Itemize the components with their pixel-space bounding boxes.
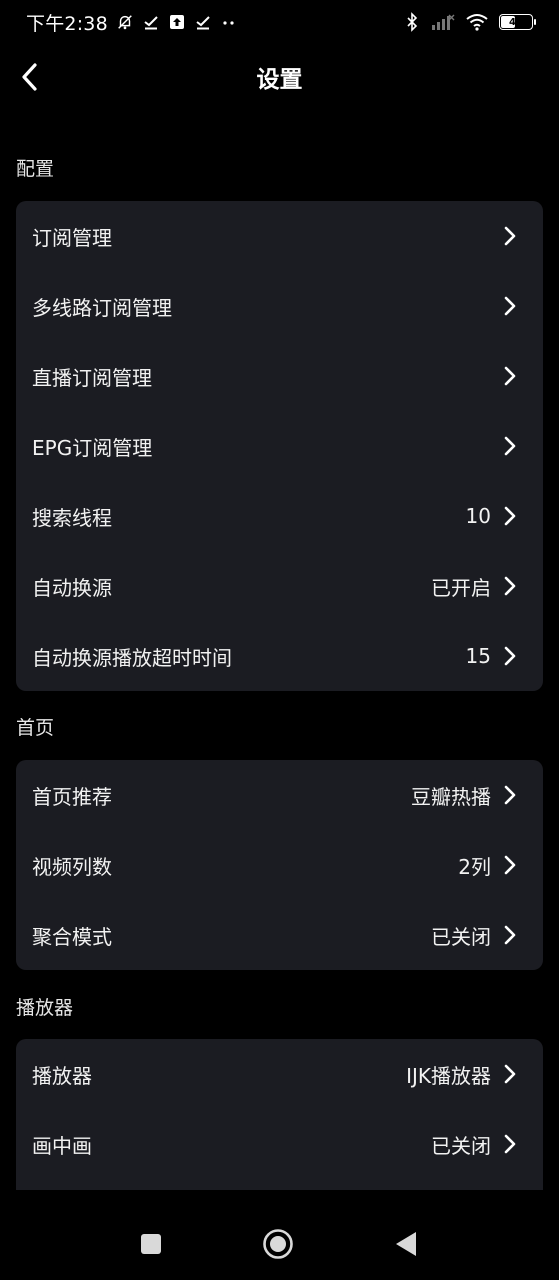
- row-label: 订阅管理: [32, 225, 112, 250]
- row-value: 已关闭: [431, 924, 491, 949]
- chevron-left-icon: [22, 63, 37, 91]
- row-right: [491, 296, 517, 316]
- home-card: 首页推荐 豆瓣热播 视频列数 2列 聚合模式 已关闭: [16, 760, 543, 970]
- row-label: 自动换源播放超时时间: [32, 645, 232, 670]
- status-right: 46: [403, 12, 536, 32]
- back-button[interactable]: [10, 57, 50, 97]
- row-label: 聚合模式: [32, 924, 112, 949]
- row-label: 画中画: [32, 1133, 92, 1158]
- row-right: 10: [466, 504, 517, 528]
- wifi-icon: [465, 13, 489, 31]
- status-bar: 下午2:38 46: [0, 0, 559, 44]
- config-card: 订阅管理 多线路订阅管理 直播订阅管理 EPG订阅管理 搜索线程 10 自动换源…: [16, 201, 543, 691]
- mute-icon: [116, 13, 134, 31]
- status-time: 下午2:38: [26, 12, 108, 35]
- cellular-signal-icon: [431, 13, 455, 31]
- settings-row-picture-in-picture[interactable]: 画中画 已关闭: [16, 1109, 543, 1179]
- settings-row-home-recommend[interactable]: 首页推荐 豆瓣热播: [16, 760, 543, 830]
- row-label: 直播订阅管理: [32, 365, 152, 390]
- row-value: 10: [465, 504, 491, 528]
- settings-row-multiline-subscription[interactable]: 多线路订阅管理: [16, 271, 543, 341]
- status-left: 下午2:38: [26, 9, 238, 36]
- row-right: 已关闭: [431, 1130, 517, 1159]
- row-label: 搜索线程: [32, 505, 112, 530]
- chevron-right-icon: [503, 436, 517, 456]
- settings-row-live-subscription[interactable]: 直播订阅管理: [16, 341, 543, 411]
- row-value: IJK播放器: [406, 1063, 491, 1088]
- row-value: 已开启: [431, 575, 491, 600]
- row-label: 多线路订阅管理: [32, 295, 172, 320]
- row-right: [491, 366, 517, 386]
- back-triangle-icon: [396, 1232, 416, 1256]
- row-label: 视频列数: [32, 854, 112, 879]
- row-label: EPG订阅管理: [32, 435, 153, 460]
- section-label-player: 播放器: [16, 997, 74, 1019]
- player-card: 播放器 IJK播放器 画中画 已关闭: [16, 1039, 543, 1190]
- bluetooth-icon: [403, 12, 421, 32]
- settings-row-player[interactable]: 播放器 IJK播放器: [16, 1039, 543, 1109]
- home-button[interactable]: [262, 1228, 294, 1260]
- row-right: 已关闭: [431, 921, 517, 950]
- row-label: 自动换源: [32, 575, 112, 600]
- check-icon: [142, 13, 160, 31]
- battery-icon: 46: [499, 14, 536, 30]
- page-title: 设置: [256, 67, 303, 93]
- more-dots-icon: [220, 13, 238, 31]
- battery-level: 46: [509, 16, 523, 28]
- chevron-right-icon: [503, 366, 517, 386]
- chevron-right-icon: [503, 506, 517, 526]
- chevron-right-icon: [503, 925, 517, 945]
- row-label: 首页推荐: [32, 784, 112, 809]
- settings-row-auto-switch-source[interactable]: 自动换源 已开启: [16, 551, 543, 621]
- section-label-home: 首页: [16, 717, 55, 739]
- row-label: 播放器: [32, 1063, 92, 1088]
- chevron-right-icon: [503, 296, 517, 316]
- row-right: 15: [466, 644, 517, 668]
- chevron-right-icon: [503, 646, 517, 666]
- home-circle-icon: [263, 1229, 293, 1259]
- chevron-right-icon: [503, 855, 517, 875]
- section-label-config: 配置: [16, 158, 55, 180]
- row-right: [491, 226, 517, 246]
- settings-row-subscription[interactable]: 订阅管理: [16, 201, 543, 271]
- chevron-right-icon: [503, 785, 517, 805]
- settings-row-aggregate-mode[interactable]: 聚合模式 已关闭: [16, 900, 543, 970]
- row-value: 2列: [458, 854, 491, 879]
- row-right: [491, 436, 517, 456]
- back-nav-button[interactable]: [390, 1228, 422, 1260]
- chevron-right-icon: [503, 1134, 517, 1154]
- check-icon: [194, 13, 212, 31]
- row-right: 豆瓣热播: [411, 781, 517, 810]
- recents-square-icon: [141, 1234, 161, 1254]
- chevron-right-icon: [503, 1064, 517, 1084]
- row-right: IJK播放器: [406, 1060, 517, 1089]
- row-right: 已开启: [431, 572, 517, 601]
- row-value: 豆瓣热播: [411, 784, 491, 809]
- chevron-right-icon: [503, 226, 517, 246]
- settings-row-video-columns[interactable]: 视频列数 2列: [16, 830, 543, 900]
- settings-row-epg-subscription[interactable]: EPG订阅管理: [16, 411, 543, 481]
- settings-row-auto-switch-timeout[interactable]: 自动换源播放超时时间 15: [16, 621, 543, 691]
- upload-icon: [168, 13, 186, 31]
- row-value: 15: [465, 644, 491, 668]
- row-right: 2列: [458, 851, 517, 880]
- settings-row-search-threads[interactable]: 搜索线程 10: [16, 481, 543, 551]
- chevron-right-icon: [503, 576, 517, 596]
- row-value: 已关闭: [431, 1133, 491, 1158]
- header: 设置: [0, 44, 559, 110]
- recents-button[interactable]: [135, 1228, 167, 1260]
